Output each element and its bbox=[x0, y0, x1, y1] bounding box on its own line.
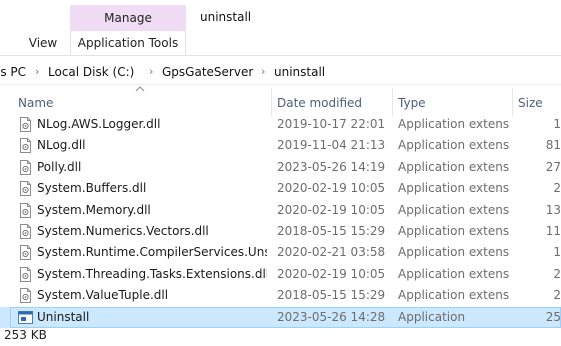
breadcrumb-gpsgateserver[interactable]: GpsGateServer bbox=[162, 60, 253, 84]
file-row[interactable]: System.Numerics.Vectors.dll 2018-05-15 15… bbox=[0, 221, 561, 242]
breadcrumb-uninstall[interactable]: uninstall bbox=[274, 60, 325, 84]
file-type: Application extens... bbox=[398, 202, 510, 217]
file-row[interactable]: System.Buffers.dll 2020-02-19 10:05 Applic… bbox=[0, 178, 561, 199]
address-divider bbox=[0, 84, 561, 85]
application-icon bbox=[18, 310, 33, 325]
tab-application-tools[interactable]: Application Tools bbox=[70, 31, 186, 56]
file-row[interactable]: Uninstall 2023-05-26 14:28 Application 25 bbox=[0, 306, 561, 328]
file-row[interactable]: System.Threading.Tasks.Extensions.dll 202… bbox=[0, 264, 561, 285]
file-row[interactable]: System.ValueTuple.dll 2018-05-15 15:29 App… bbox=[0, 285, 561, 306]
breadcrumb-this-pc[interactable]: is PC bbox=[0, 60, 26, 84]
column-header-size[interactable]: Size bbox=[518, 94, 543, 112]
dll-file-icon bbox=[18, 202, 33, 218]
file-type: Application bbox=[398, 309, 466, 324]
file-date-modified: 2023-05-26 14:28 bbox=[277, 309, 386, 324]
dll-file-icon bbox=[18, 288, 33, 304]
file-type: Application extens... bbox=[398, 245, 510, 260]
file-size: 27 bbox=[545, 159, 561, 174]
file-size: 13 bbox=[545, 202, 561, 217]
file-size: 11 bbox=[545, 224, 561, 238]
column-header-date-modified[interactable]: Date modified bbox=[277, 94, 362, 112]
file-date-modified: 2020-02-19 10:05 bbox=[277, 181, 386, 196]
status-selection-size: 253 KB bbox=[4, 328, 47, 342]
column-divider[interactable] bbox=[271, 88, 272, 116]
dll-file-icon bbox=[18, 245, 33, 261]
tab-view[interactable]: View bbox=[18, 31, 68, 56]
file-name[interactable]: System.Buffers.dll bbox=[37, 178, 267, 199]
sort-ascending-icon bbox=[135, 86, 145, 92]
dll-file-icon bbox=[18, 266, 33, 282]
file-name[interactable]: NLog.AWS.Logger.dll bbox=[37, 114, 267, 135]
file-name[interactable]: NLog.dll bbox=[37, 135, 267, 156]
file-size: 2 bbox=[553, 181, 561, 196]
column-header-type[interactable]: Type bbox=[398, 94, 426, 112]
file-date-modified: 2019-11-04 21:13 bbox=[277, 138, 386, 153]
file-type: Application extens... bbox=[398, 117, 510, 131]
file-size: 2 bbox=[553, 288, 561, 303]
file-name[interactable]: System.Threading.Tasks.Extensions.dll bbox=[37, 264, 267, 285]
column-header-name[interactable]: Name bbox=[18, 94, 53, 112]
file-name[interactable]: Polly.dll bbox=[37, 157, 267, 178]
window-title: uninstall bbox=[200, 10, 252, 24]
file-date-modified: 2020-02-19 10:05 bbox=[277, 202, 386, 217]
file-row[interactable]: NLog.dll 2019-11-04 21:13 Application exte… bbox=[0, 135, 561, 156]
dll-file-icon bbox=[18, 159, 33, 175]
breadcrumb-separator[interactable]: › bbox=[261, 60, 265, 84]
file-date-modified: 2023-05-26 14:19 bbox=[277, 159, 386, 174]
file-date-modified: 2018-05-15 15:29 bbox=[277, 288, 386, 303]
file-size: 1 bbox=[553, 245, 561, 260]
file-type: Application extens... bbox=[398, 224, 510, 238]
file-size: 2 bbox=[553, 266, 561, 281]
file-name[interactable]: System.Runtime.CompilerServices.Unsaf... bbox=[37, 242, 267, 263]
breadcrumb-separator[interactable]: › bbox=[149, 60, 153, 84]
file-date-modified: 2018-05-15 15:29 bbox=[277, 224, 386, 238]
file-type: Application extens... bbox=[398, 266, 510, 281]
column-divider[interactable] bbox=[392, 88, 393, 116]
file-type: Application extens... bbox=[398, 159, 510, 174]
file-size: 1 bbox=[553, 117, 561, 131]
ribbon-divider bbox=[0, 55, 561, 56]
file-name[interactable]: System.Memory.dll bbox=[37, 200, 267, 221]
file-type: Application extens... bbox=[398, 138, 510, 153]
contextual-group-label: Manage bbox=[104, 11, 152, 25]
file-type: Application extens... bbox=[398, 288, 510, 303]
dll-file-icon bbox=[18, 117, 33, 132]
file-name[interactable]: System.Numerics.Vectors.dll bbox=[37, 221, 267, 242]
file-name[interactable]: Uninstall bbox=[37, 307, 267, 328]
breadcrumb-local-disk[interactable]: Local Disk (C:) bbox=[48, 60, 134, 84]
file-row[interactable]: Polly.dll 2023-05-26 14:19 Application ext… bbox=[0, 157, 561, 178]
file-row[interactable]: NLog.AWS.Logger.dll 2019-10-17 22:01 Appli… bbox=[0, 114, 561, 135]
file-type: Application extens... bbox=[398, 181, 510, 196]
file-size: 81 bbox=[545, 138, 561, 153]
file-date-modified: 2019-10-17 22:01 bbox=[277, 117, 386, 131]
dll-file-icon bbox=[18, 181, 33, 197]
file-row[interactable]: System.Memory.dll 2020-02-19 10:05 Applica… bbox=[0, 200, 561, 221]
file-date-modified: 2020-02-19 10:05 bbox=[277, 266, 386, 281]
column-divider[interactable] bbox=[512, 88, 513, 116]
breadcrumb-separator[interactable]: › bbox=[35, 60, 39, 84]
file-name[interactable]: System.ValueTuple.dll bbox=[37, 285, 267, 306]
dll-file-icon bbox=[18, 138, 33, 154]
file-date-modified: 2020-02-21 03:58 bbox=[277, 245, 386, 260]
file-row[interactable]: System.Runtime.CompilerServices.Unsaf...… bbox=[0, 242, 561, 263]
dll-file-icon bbox=[18, 224, 33, 239]
file-size: 25 bbox=[545, 309, 561, 324]
